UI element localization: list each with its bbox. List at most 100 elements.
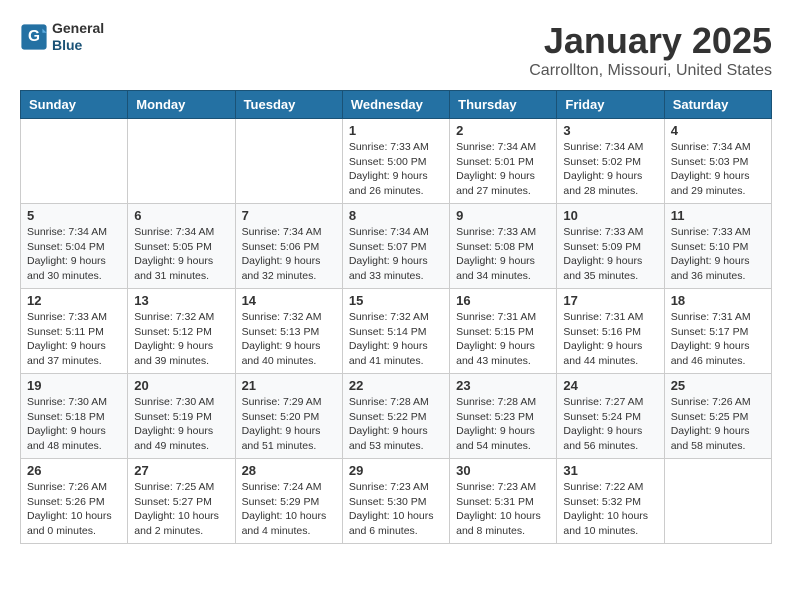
logo-blue: Blue [52,37,104,54]
day-number: 26 [27,463,121,478]
day-info: Sunrise: 7:33 AM Sunset: 5:11 PM Dayligh… [27,310,121,369]
calendar-cell: 2 Sunrise: 7:34 AM Sunset: 5:01 PM Daylig… [450,119,557,204]
calendar-cell: 8 Sunrise: 7:34 AM Sunset: 5:07 PM Daylig… [342,204,449,289]
title-section: January 2025 Carrollton, Missouri, Unite… [529,20,772,80]
logo-text: General Blue [52,20,104,54]
weekday-header-saturday: Saturday [664,91,771,119]
day-info: Sunrise: 7:28 AM Sunset: 5:23 PM Dayligh… [456,395,550,454]
day-number: 2 [456,123,550,138]
calendar-cell: 21 Sunrise: 7:29 AM Sunset: 5:20 PM Dayli… [235,374,342,459]
day-info: Sunrise: 7:27 AM Sunset: 5:24 PM Dayligh… [563,395,657,454]
day-number: 15 [349,293,443,308]
day-info: Sunrise: 7:33 AM Sunset: 5:00 PM Dayligh… [349,140,443,199]
day-number: 16 [456,293,550,308]
logo-general: General [52,20,104,37]
weekday-header-tuesday: Tuesday [235,91,342,119]
calendar-cell: 29 Sunrise: 7:23 AM Sunset: 5:30 PM Dayli… [342,459,449,544]
day-info: Sunrise: 7:33 AM Sunset: 5:09 PM Dayligh… [563,225,657,284]
day-info: Sunrise: 7:31 AM Sunset: 5:16 PM Dayligh… [563,310,657,369]
calendar-cell: 27Sunrise: 7:25 AM Sunset: 5:27 PM Dayli… [128,459,235,544]
day-info: Sunrise: 7:34 AM Sunset: 5:01 PM Dayligh… [456,140,550,199]
day-info: Sunrise: 7:29 AM Sunset: 5:20 PM Dayligh… [242,395,336,454]
calendar-cell: 7Sunrise: 7:34 AM Sunset: 5:06 PM Daylig… [235,204,342,289]
calendar-cell: 13Sunrise: 7:32 AM Sunset: 5:12 PM Dayli… [128,289,235,374]
day-number: 13 [134,293,228,308]
calendar-cell: 15Sunrise: 7:32 AM Sunset: 5:14 PM Dayli… [342,289,449,374]
calendar-cell: 12 Sunrise: 7:33 AM Sunset: 5:11 PM Dayli… [21,289,128,374]
calendar-cell: 30 Sunrise: 7:23 AM Sunset: 5:31 PM Dayli… [450,459,557,544]
day-number: 17 [563,293,657,308]
day-info: Sunrise: 7:34 AM Sunset: 5:04 PM Dayligh… [27,225,121,284]
weekday-header-monday: Monday [128,91,235,119]
calendar-cell: 3Sunrise: 7:34 AM Sunset: 5:02 PM Daylig… [557,119,664,204]
calendar-cell: 26 Sunrise: 7:26 AM Sunset: 5:26 PM Dayli… [21,459,128,544]
calendar-cell [128,119,235,204]
day-info: Sunrise: 7:34 AM Sunset: 5:05 PM Dayligh… [134,225,228,284]
day-number: 10 [563,208,657,223]
calendar-cell [664,459,771,544]
calendar: SundayMondayTuesdayWednesdayThursdayFrid… [20,90,772,544]
day-info: Sunrise: 7:23 AM Sunset: 5:31 PM Dayligh… [456,480,550,539]
day-info: Sunrise: 7:34 AM Sunset: 5:07 PM Dayligh… [349,225,443,284]
week-row-1: 1 Sunrise: 7:33 AM Sunset: 5:00 PM Daylig… [21,119,772,204]
day-number: 24 [563,378,657,393]
day-number: 14 [242,293,336,308]
calendar-cell: 24 Sunrise: 7:27 AM Sunset: 5:24 PM Dayli… [557,374,664,459]
calendar-cell [21,119,128,204]
day-number: 12 [27,293,121,308]
day-info: Sunrise: 7:22 AM Sunset: 5:32 PM Dayligh… [563,480,657,539]
day-number: 29 [349,463,443,478]
day-number: 28 [242,463,336,478]
calendar-cell: 17 Sunrise: 7:31 AM Sunset: 5:16 PM Dayli… [557,289,664,374]
calendar-cell [235,119,342,204]
day-number: 9 [456,208,550,223]
calendar-cell: 31 Sunrise: 7:22 AM Sunset: 5:32 PM Dayli… [557,459,664,544]
weekday-header-thursday: Thursday [450,91,557,119]
day-number: 11 [671,208,765,223]
week-row-2: 5 Sunrise: 7:34 AM Sunset: 5:04 PM Daylig… [21,204,772,289]
day-number: 4 [671,123,765,138]
day-info: Sunrise: 7:34 AM Sunset: 5:03 PM Dayligh… [671,140,765,199]
calendar-cell: 11 Sunrise: 7:33 AM Sunset: 5:10 PM Dayli… [664,204,771,289]
weekday-header-sunday: Sunday [21,91,128,119]
day-number: 8 [349,208,443,223]
calendar-cell: 18Sunrise: 7:31 AM Sunset: 5:17 PM Dayli… [664,289,771,374]
day-number: 1 [349,123,443,138]
week-row-5: 26 Sunrise: 7:26 AM Sunset: 5:26 PM Dayli… [21,459,772,544]
week-row-4: 19Sunrise: 7:30 AM Sunset: 5:18 PM Dayli… [21,374,772,459]
day-info: Sunrise: 7:24 AM Sunset: 5:29 PM Dayligh… [242,480,336,539]
calendar-cell: 10 Sunrise: 7:33 AM Sunset: 5:09 PM Dayli… [557,204,664,289]
day-number: 18 [671,293,765,308]
day-number: 7 [242,208,336,223]
day-info: Sunrise: 7:31 AM Sunset: 5:15 PM Dayligh… [456,310,550,369]
calendar-cell: 9 Sunrise: 7:33 AM Sunset: 5:08 PM Daylig… [450,204,557,289]
weekday-header-friday: Friday [557,91,664,119]
calendar-cell: 16 Sunrise: 7:31 AM Sunset: 5:15 PM Dayli… [450,289,557,374]
calendar-cell: 14Sunrise: 7:32 AM Sunset: 5:13 PM Dayli… [235,289,342,374]
day-number: 5 [27,208,121,223]
day-number: 20 [134,378,228,393]
day-number: 31 [563,463,657,478]
day-info: Sunrise: 7:33 AM Sunset: 5:08 PM Dayligh… [456,225,550,284]
day-number: 25 [671,378,765,393]
day-info: Sunrise: 7:33 AM Sunset: 5:10 PM Dayligh… [671,225,765,284]
weekday-header-wednesday: Wednesday [342,91,449,119]
calendar-cell: 23Sunrise: 7:28 AM Sunset: 5:23 PM Dayli… [450,374,557,459]
day-info: Sunrise: 7:34 AM Sunset: 5:02 PM Dayligh… [563,140,657,199]
calendar-cell: 6Sunrise: 7:34 AM Sunset: 5:05 PM Daylig… [128,204,235,289]
day-number: 30 [456,463,550,478]
logo-icon: G [20,23,48,51]
calendar-cell: 20 Sunrise: 7:30 AM Sunset: 5:19 PM Dayli… [128,374,235,459]
location: Carrollton, Missouri, United States [529,62,772,80]
day-info: Sunrise: 7:26 AM Sunset: 5:26 PM Dayligh… [27,480,121,539]
day-info: Sunrise: 7:26 AM Sunset: 5:25 PM Dayligh… [671,395,765,454]
day-number: 21 [242,378,336,393]
calendar-cell: 5 Sunrise: 7:34 AM Sunset: 5:04 PM Daylig… [21,204,128,289]
calendar-cell: 1 Sunrise: 7:33 AM Sunset: 5:00 PM Daylig… [342,119,449,204]
day-number: 19 [27,378,121,393]
day-number: 22 [349,378,443,393]
day-info: Sunrise: 7:30 AM Sunset: 5:19 PM Dayligh… [134,395,228,454]
day-number: 27 [134,463,228,478]
calendar-cell: 22Sunrise: 7:28 AM Sunset: 5:22 PM Dayli… [342,374,449,459]
day-info: Sunrise: 7:23 AM Sunset: 5:30 PM Dayligh… [349,480,443,539]
